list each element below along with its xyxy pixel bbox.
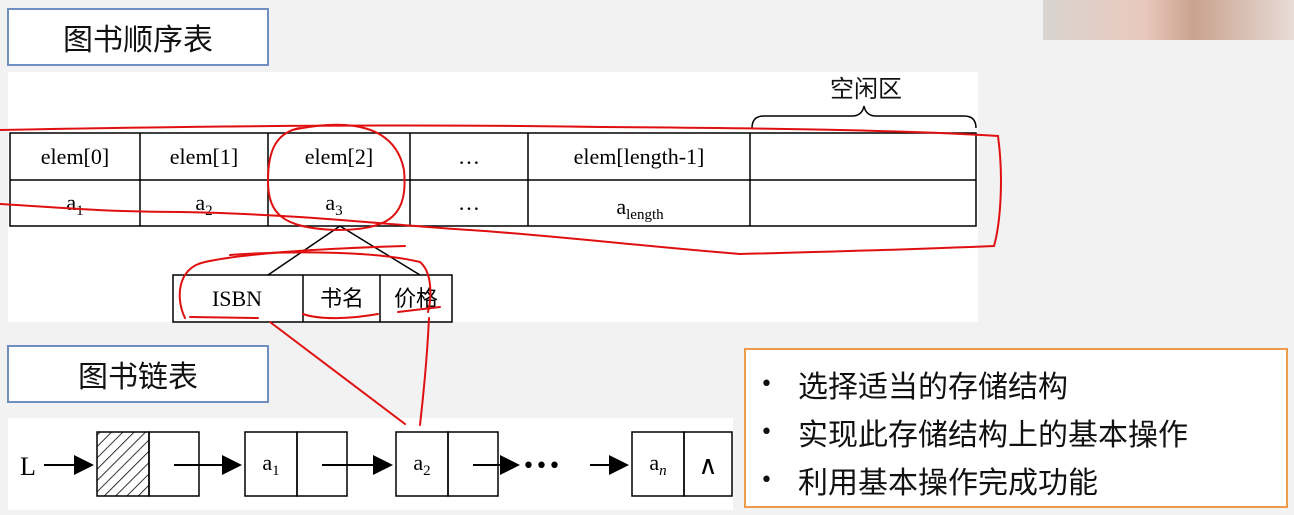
array-value-4: alength: [616, 194, 664, 223]
bullet-text: 实现此存储结构上的基本操作: [798, 418, 1188, 453]
bullet-item: • 实现此存储结构上的基本操作: [760, 408, 1286, 456]
free-area-label: 空闲区: [830, 75, 902, 103]
record-field-isbn: ISBN: [212, 286, 262, 311]
array-header-3: …: [458, 144, 480, 169]
array-header-0: elem[0]: [41, 144, 109, 169]
free-area-brace: [751, 105, 977, 129]
array-header-1: elem[1]: [170, 144, 238, 169]
bullet-text: 利用基本操作完成功能: [798, 466, 1098, 501]
array-value-0: a1: [66, 190, 83, 219]
bullet-text: 选择适当的存储结构: [798, 370, 1068, 405]
bullet-item: • 选择适当的存储结构: [760, 360, 1286, 408]
bullet-dot-icon: •: [760, 467, 773, 493]
array-header-2: elem[2]: [305, 144, 373, 169]
svg-text:an: an: [649, 450, 666, 479]
bullet-item: • 利用基本操作完成功能: [760, 456, 1286, 504]
record-field-title: 书名: [320, 287, 364, 312]
array-value-3: …: [458, 190, 480, 215]
array-value-2: a3: [325, 190, 342, 219]
summary-bullet-box: • 选择适当的存储结构 • 实现此存储结构上的基本操作 • 利用基本操作完成功能: [744, 348, 1288, 508]
linked-list-ellipsis: •••: [522, 454, 561, 479]
svg-text:a2: a2: [413, 450, 430, 479]
linked-list-head-label: L: [20, 452, 36, 481]
svg-text:a1: a1: [262, 450, 279, 479]
bullet-dot-icon: •: [760, 371, 773, 397]
null-pointer-symbol: ∧: [698, 451, 717, 481]
bullet-dot-icon: •: [760, 419, 773, 445]
array-header-4: elem[length-1]: [574, 144, 705, 169]
array-value-1: a2: [195, 190, 212, 219]
